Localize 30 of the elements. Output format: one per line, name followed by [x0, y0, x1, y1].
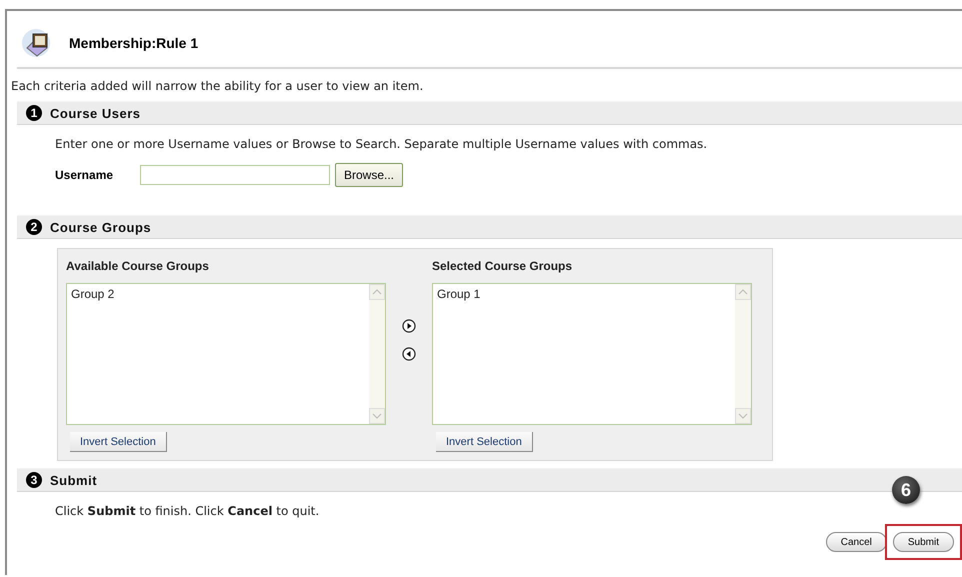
section-title: Submit: [50, 472, 98, 488]
invert-selection-button[interactable]: Invert Selection: [436, 432, 533, 452]
list-heading: Selected Course Groups: [432, 259, 574, 273]
instructions-text: Enter one or more Username values or Browse to Search. Separate multiple Username values with commas.: [55, 137, 708, 151]
group-list[interactable]: Group 1: [432, 283, 752, 425]
list-item[interactable]: Group 2: [71, 287, 365, 301]
step-number: 3: [26, 472, 42, 488]
move-right-icon[interactable]: [402, 318, 416, 332]
step-number: 2: [26, 219, 42, 235]
scroll-up-icon[interactable]: [369, 284, 385, 300]
group-list[interactable]: Group 2: [66, 283, 386, 425]
list-item[interactable]: Group 1: [437, 287, 731, 301]
scroll-down-icon[interactable]: [735, 408, 751, 424]
intro-text: Each criteria added will narrow the ability for a user to view an item.: [11, 79, 424, 93]
field-label: Username: [55, 168, 114, 182]
browse-button[interactable]: Browse...: [335, 163, 404, 187]
cancel-button[interactable]: Cancel: [826, 532, 887, 552]
submit-button[interactable]: Submit: [892, 532, 954, 552]
step-callout: 6: [892, 476, 920, 504]
scroll-down-icon[interactable]: [369, 408, 385, 424]
invert-selection-button[interactable]: Invert Selection: [70, 432, 167, 452]
username-field[interactable]: [140, 165, 330, 185]
instructions-text: Click Submit to finish. Click Cancel to quit.: [55, 504, 320, 518]
list-heading: Available Course Groups: [66, 259, 210, 273]
section-title: Course Groups: [50, 220, 152, 234]
scroll-up-icon[interactable]: [735, 284, 751, 300]
step-number: 1: [26, 105, 42, 121]
move-left-icon[interactable]: [402, 346, 416, 360]
page-title: Membership:Rule 1: [69, 35, 198, 51]
section-title: Course Users: [50, 106, 141, 120]
